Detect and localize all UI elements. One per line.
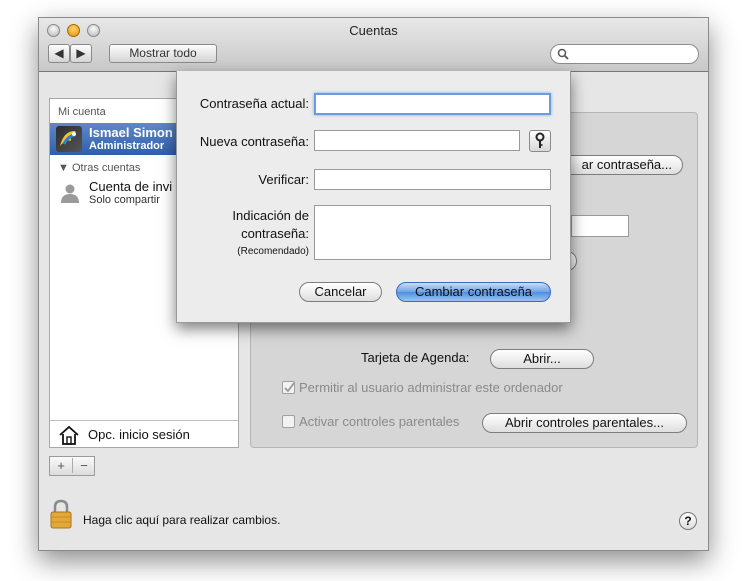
search-field[interactable] bbox=[550, 44, 699, 64]
key-icon bbox=[535, 132, 545, 148]
password-assistant-button[interactable] bbox=[529, 130, 551, 152]
add-account-button[interactable]: + bbox=[50, 458, 72, 473]
guest-account-name: Cuenta de invi bbox=[89, 179, 173, 194]
login-options-button[interactable]: Opc. inicio sesión bbox=[50, 420, 238, 449]
show-all-button[interactable]: Mostrar todo bbox=[109, 44, 217, 63]
new-password-label: Nueva contraseña: bbox=[199, 134, 309, 149]
help-button[interactable]: ? bbox=[679, 512, 697, 530]
checkmark-icon bbox=[284, 382, 295, 393]
password-hint-field[interactable] bbox=[314, 205, 551, 260]
back-button[interactable]: ◀ bbox=[48, 44, 70, 63]
parental-controls-checkbox[interactable] bbox=[282, 415, 295, 428]
verify-label: Verificar: bbox=[258, 172, 309, 187]
my-account-header: Mi cuenta bbox=[58, 106, 106, 118]
add-remove-control: + − bbox=[49, 456, 95, 476]
open-address-book-button[interactable]: Abrir... bbox=[490, 349, 594, 369]
account-role: Administrador bbox=[89, 140, 165, 152]
guest-account-subtitle: Solo compartir bbox=[89, 194, 160, 206]
allow-admin-checkbox[interactable] bbox=[282, 381, 295, 394]
change-password-submit-button[interactable]: Cambiar contraseña bbox=[396, 282, 551, 302]
allow-admin-label: Permitir al usuario administrar este ord… bbox=[299, 380, 563, 395]
verify-password-field[interactable] bbox=[314, 169, 551, 190]
address-book-label: Tarjeta de Agenda: bbox=[361, 350, 470, 365]
panel-text-field[interactable] bbox=[571, 215, 629, 237]
forward-button[interactable]: ▶ bbox=[70, 44, 92, 63]
parental-controls-label: Activar controles parentales bbox=[299, 414, 460, 429]
change-password-sheet: Contraseña actual: Nueva contraseña: Ver… bbox=[176, 71, 571, 323]
current-password-label: Contraseña actual: bbox=[199, 96, 309, 111]
user-avatar bbox=[56, 126, 82, 152]
search-icon bbox=[557, 48, 569, 60]
hint-label-line2: contraseña: bbox=[241, 226, 309, 241]
title-bar: Cuentas ◀ ▶ Mostrar todo bbox=[39, 18, 708, 72]
lock-instruction-text[interactable]: Haga clic aquí para realizar cambios. bbox=[83, 513, 280, 527]
window-title: Cuentas bbox=[349, 23, 398, 38]
house-icon bbox=[59, 425, 79, 445]
hint-recommended-label: (Recomendado) bbox=[237, 246, 309, 257]
login-options-label: Opc. inicio sesión bbox=[88, 427, 190, 442]
other-accounts-header: ▼ Otras cuentas bbox=[58, 162, 141, 174]
hint-label-line1: Indicación de bbox=[232, 208, 309, 223]
account-name: Ismael Simon bbox=[89, 125, 173, 140]
current-password-field[interactable] bbox=[314, 93, 551, 115]
lock-icon[interactable] bbox=[50, 499, 72, 529]
guest-user-icon bbox=[61, 184, 79, 203]
new-password-field[interactable] bbox=[314, 130, 520, 151]
guest-account-row[interactable]: Cuenta de invi Solo compartir bbox=[89, 179, 172, 206]
cancel-button[interactable]: Cancelar bbox=[299, 282, 382, 302]
open-parental-controls-button[interactable]: Abrir controles parentales... bbox=[482, 413, 687, 433]
remove-account-button[interactable]: − bbox=[72, 458, 95, 473]
